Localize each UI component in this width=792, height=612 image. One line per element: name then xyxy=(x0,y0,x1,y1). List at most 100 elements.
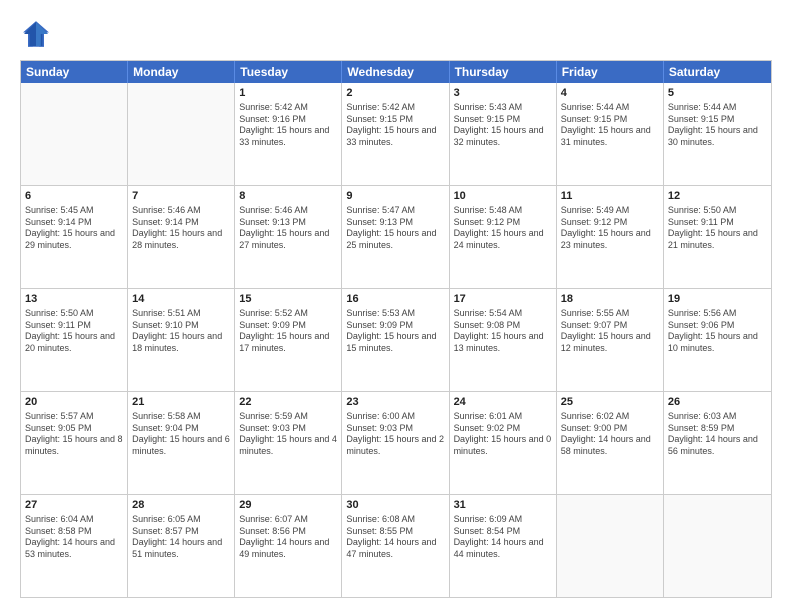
empty-cell xyxy=(664,495,771,597)
day-header-wednesday: Wednesday xyxy=(342,61,449,83)
cell-text: Sunrise: 5:54 AM Sunset: 9:08 PM Dayligh… xyxy=(454,308,552,355)
day-number: 23 xyxy=(346,395,444,410)
day-cell-31: 31Sunrise: 6:09 AM Sunset: 8:54 PM Dayli… xyxy=(450,495,557,597)
day-number: 1 xyxy=(239,86,337,101)
cell-text: Sunrise: 5:46 AM Sunset: 9:13 PM Dayligh… xyxy=(239,205,337,252)
logo xyxy=(20,18,56,50)
cell-text: Sunrise: 5:50 AM Sunset: 9:11 PM Dayligh… xyxy=(25,308,123,355)
cell-text: Sunrise: 5:51 AM Sunset: 9:10 PM Dayligh… xyxy=(132,308,230,355)
cell-text: Sunrise: 5:56 AM Sunset: 9:06 PM Dayligh… xyxy=(668,308,767,355)
header xyxy=(20,18,772,50)
cell-text: Sunrise: 5:45 AM Sunset: 9:14 PM Dayligh… xyxy=(25,205,123,252)
day-cell-11: 11Sunrise: 5:49 AM Sunset: 9:12 PM Dayli… xyxy=(557,186,664,288)
day-cell-18: 18Sunrise: 5:55 AM Sunset: 9:07 PM Dayli… xyxy=(557,289,664,391)
cell-text: Sunrise: 5:48 AM Sunset: 9:12 PM Dayligh… xyxy=(454,205,552,252)
day-header-monday: Monday xyxy=(128,61,235,83)
day-number: 11 xyxy=(561,189,659,204)
day-header-saturday: Saturday xyxy=(664,61,771,83)
day-number: 17 xyxy=(454,292,552,307)
cell-text: Sunrise: 5:53 AM Sunset: 9:09 PM Dayligh… xyxy=(346,308,444,355)
cell-text: Sunrise: 5:42 AM Sunset: 9:16 PM Dayligh… xyxy=(239,102,337,149)
day-cell-14: 14Sunrise: 5:51 AM Sunset: 9:10 PM Dayli… xyxy=(128,289,235,391)
day-number: 6 xyxy=(25,189,123,204)
day-cell-4: 4Sunrise: 5:44 AM Sunset: 9:15 PM Daylig… xyxy=(557,83,664,185)
calendar-week-2: 6Sunrise: 5:45 AM Sunset: 9:14 PM Daylig… xyxy=(21,185,771,288)
day-cell-15: 15Sunrise: 5:52 AM Sunset: 9:09 PM Dayli… xyxy=(235,289,342,391)
day-number: 14 xyxy=(132,292,230,307)
calendar-header: SundayMondayTuesdayWednesdayThursdayFrid… xyxy=(21,61,771,83)
day-cell-5: 5Sunrise: 5:44 AM Sunset: 9:15 PM Daylig… xyxy=(664,83,771,185)
cell-text: Sunrise: 6:01 AM Sunset: 9:02 PM Dayligh… xyxy=(454,411,552,458)
empty-cell xyxy=(21,83,128,185)
empty-cell xyxy=(128,83,235,185)
calendar-week-3: 13Sunrise: 5:50 AM Sunset: 9:11 PM Dayli… xyxy=(21,288,771,391)
cell-text: Sunrise: 5:58 AM Sunset: 9:04 PM Dayligh… xyxy=(132,411,230,458)
day-header-tuesday: Tuesday xyxy=(235,61,342,83)
day-number: 18 xyxy=(561,292,659,307)
day-number: 9 xyxy=(346,189,444,204)
day-cell-29: 29Sunrise: 6:07 AM Sunset: 8:56 PM Dayli… xyxy=(235,495,342,597)
day-number: 15 xyxy=(239,292,337,307)
day-number: 7 xyxy=(132,189,230,204)
cell-text: Sunrise: 6:00 AM Sunset: 9:03 PM Dayligh… xyxy=(346,411,444,458)
day-number: 3 xyxy=(454,86,552,101)
calendar-week-5: 27Sunrise: 6:04 AM Sunset: 8:58 PM Dayli… xyxy=(21,494,771,597)
day-cell-2: 2Sunrise: 5:42 AM Sunset: 9:15 PM Daylig… xyxy=(342,83,449,185)
day-cell-9: 9Sunrise: 5:47 AM Sunset: 9:13 PM Daylig… xyxy=(342,186,449,288)
cell-text: Sunrise: 5:52 AM Sunset: 9:09 PM Dayligh… xyxy=(239,308,337,355)
day-number: 2 xyxy=(346,86,444,101)
day-number: 25 xyxy=(561,395,659,410)
cell-text: Sunrise: 5:46 AM Sunset: 9:14 PM Dayligh… xyxy=(132,205,230,252)
cell-text: Sunrise: 5:50 AM Sunset: 9:11 PM Dayligh… xyxy=(668,205,767,252)
day-cell-20: 20Sunrise: 5:57 AM Sunset: 9:05 PM Dayli… xyxy=(21,392,128,494)
day-cell-26: 26Sunrise: 6:03 AM Sunset: 8:59 PM Dayli… xyxy=(664,392,771,494)
day-cell-23: 23Sunrise: 6:00 AM Sunset: 9:03 PM Dayli… xyxy=(342,392,449,494)
calendar-body: 1Sunrise: 5:42 AM Sunset: 9:16 PM Daylig… xyxy=(21,83,771,597)
cell-text: Sunrise: 6:04 AM Sunset: 8:58 PM Dayligh… xyxy=(25,514,123,561)
day-cell-27: 27Sunrise: 6:04 AM Sunset: 8:58 PM Dayli… xyxy=(21,495,128,597)
day-number: 4 xyxy=(561,86,659,101)
day-cell-19: 19Sunrise: 5:56 AM Sunset: 9:06 PM Dayli… xyxy=(664,289,771,391)
day-cell-25: 25Sunrise: 6:02 AM Sunset: 9:00 PM Dayli… xyxy=(557,392,664,494)
cell-text: Sunrise: 6:02 AM Sunset: 9:00 PM Dayligh… xyxy=(561,411,659,458)
day-cell-28: 28Sunrise: 6:05 AM Sunset: 8:57 PM Dayli… xyxy=(128,495,235,597)
empty-cell xyxy=(557,495,664,597)
cell-text: Sunrise: 6:07 AM Sunset: 8:56 PM Dayligh… xyxy=(239,514,337,561)
day-cell-17: 17Sunrise: 5:54 AM Sunset: 9:08 PM Dayli… xyxy=(450,289,557,391)
day-number: 10 xyxy=(454,189,552,204)
cell-text: Sunrise: 5:44 AM Sunset: 9:15 PM Dayligh… xyxy=(668,102,767,149)
cell-text: Sunrise: 6:09 AM Sunset: 8:54 PM Dayligh… xyxy=(454,514,552,561)
day-cell-10: 10Sunrise: 5:48 AM Sunset: 9:12 PM Dayli… xyxy=(450,186,557,288)
day-number: 20 xyxy=(25,395,123,410)
day-cell-22: 22Sunrise: 5:59 AM Sunset: 9:03 PM Dayli… xyxy=(235,392,342,494)
cell-text: Sunrise: 5:57 AM Sunset: 9:05 PM Dayligh… xyxy=(25,411,123,458)
day-number: 31 xyxy=(454,498,552,513)
day-number: 26 xyxy=(668,395,767,410)
calendar-week-4: 20Sunrise: 5:57 AM Sunset: 9:05 PM Dayli… xyxy=(21,391,771,494)
day-cell-13: 13Sunrise: 5:50 AM Sunset: 9:11 PM Dayli… xyxy=(21,289,128,391)
day-number: 28 xyxy=(132,498,230,513)
day-cell-12: 12Sunrise: 5:50 AM Sunset: 9:11 PM Dayli… xyxy=(664,186,771,288)
cell-text: Sunrise: 6:05 AM Sunset: 8:57 PM Dayligh… xyxy=(132,514,230,561)
calendar-week-1: 1Sunrise: 5:42 AM Sunset: 9:16 PM Daylig… xyxy=(21,83,771,185)
day-number: 29 xyxy=(239,498,337,513)
day-cell-3: 3Sunrise: 5:43 AM Sunset: 9:15 PM Daylig… xyxy=(450,83,557,185)
day-number: 22 xyxy=(239,395,337,410)
calendar: SundayMondayTuesdayWednesdayThursdayFrid… xyxy=(20,60,772,598)
day-header-sunday: Sunday xyxy=(21,61,128,83)
cell-text: Sunrise: 6:03 AM Sunset: 8:59 PM Dayligh… xyxy=(668,411,767,458)
day-cell-6: 6Sunrise: 5:45 AM Sunset: 9:14 PM Daylig… xyxy=(21,186,128,288)
cell-text: Sunrise: 5:44 AM Sunset: 9:15 PM Dayligh… xyxy=(561,102,659,149)
cell-text: Sunrise: 5:55 AM Sunset: 9:07 PM Dayligh… xyxy=(561,308,659,355)
day-cell-16: 16Sunrise: 5:53 AM Sunset: 9:09 PM Dayli… xyxy=(342,289,449,391)
day-cell-30: 30Sunrise: 6:08 AM Sunset: 8:55 PM Dayli… xyxy=(342,495,449,597)
day-cell-7: 7Sunrise: 5:46 AM Sunset: 9:14 PM Daylig… xyxy=(128,186,235,288)
day-cell-1: 1Sunrise: 5:42 AM Sunset: 9:16 PM Daylig… xyxy=(235,83,342,185)
cell-text: Sunrise: 5:49 AM Sunset: 9:12 PM Dayligh… xyxy=(561,205,659,252)
day-number: 13 xyxy=(25,292,123,307)
day-number: 19 xyxy=(668,292,767,307)
day-number: 16 xyxy=(346,292,444,307)
day-number: 8 xyxy=(239,189,337,204)
day-cell-21: 21Sunrise: 5:58 AM Sunset: 9:04 PM Dayli… xyxy=(128,392,235,494)
day-cell-24: 24Sunrise: 6:01 AM Sunset: 9:02 PM Dayli… xyxy=(450,392,557,494)
